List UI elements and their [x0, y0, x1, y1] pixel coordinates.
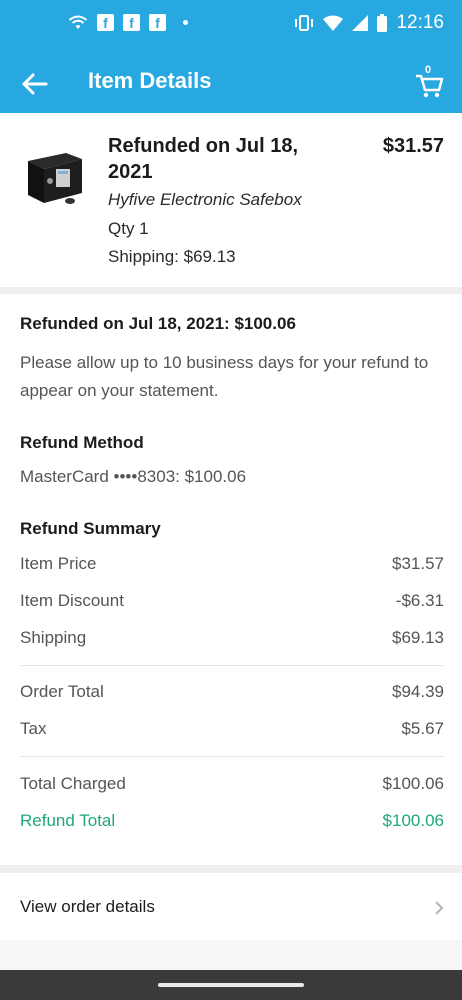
wifi-signal-icon	[323, 15, 344, 31]
summary-row-total-charged: Total Charged $100.06	[20, 774, 444, 798]
bottom-spacer	[0, 940, 462, 970]
dot-icon	[183, 20, 188, 25]
page-title: Item Details	[88, 68, 212, 93]
battery-icon	[377, 14, 388, 32]
view-order-details-label: View order details	[20, 897, 155, 916]
summary-value: $69.13	[392, 628, 444, 647]
summary-row-order-total: Order Total $94.39	[20, 682, 444, 706]
cart-count-badge: 0	[425, 64, 432, 76]
system-navigation-bar	[0, 970, 462, 1000]
summary-row-item-price: Item Price $31.57	[20, 554, 444, 578]
summary-value: $5.67	[401, 719, 444, 738]
summary-label: Total Charged	[20, 774, 126, 793]
item-shipping: Shipping: $69.13	[108, 247, 236, 266]
notification-icons: f f f	[68, 14, 188, 31]
home-gesture-handle[interactable]	[158, 983, 304, 987]
summary-value: $100.06	[382, 811, 444, 830]
wifi-icon	[68, 15, 88, 29]
summary-label: Order Total	[20, 682, 104, 701]
item-price: $31.57	[382, 135, 444, 157]
clock: 12:16	[396, 12, 444, 33]
summary-row-tax: Tax $5.67	[20, 719, 444, 743]
facebook-icon: f	[149, 14, 166, 31]
item-refund-status: Refunded on Jul 18, 2021	[108, 135, 299, 183]
app-bar: Item Details 0	[0, 54, 462, 113]
summary-value: $31.57	[392, 554, 444, 573]
summary-label: Refund Total	[20, 811, 116, 830]
summary-divider	[20, 756, 444, 757]
refund-headline: Refunded on Jul 18, 2021: $100.06	[20, 314, 296, 333]
summary-label: Shipping	[20, 628, 87, 647]
section-divider	[0, 287, 462, 294]
summary-row-shipping: Shipping $69.13	[20, 628, 444, 652]
item-name: Hyfive Electronic Safebox	[108, 190, 302, 209]
summary-row-refund-total: Refund Total $100.06	[20, 811, 444, 835]
cell-signal-icon	[352, 15, 369, 31]
summary-label: Item Discount	[20, 591, 124, 610]
chevron-right-icon	[435, 901, 444, 915]
section-divider	[0, 865, 462, 873]
cart-button[interactable]: 0	[414, 64, 444, 98]
summary-value: $94.39	[392, 682, 444, 701]
status-bar: f f f 12:16	[0, 0, 462, 54]
facebook-icon: f	[97, 14, 114, 31]
refund-method-value: MasterCard ••••8303: $100.06	[20, 467, 247, 486]
view-order-details-row[interactable]: View order details	[0, 880, 462, 940]
item-quantity: Qty 1	[108, 219, 149, 238]
refund-summary-heading: Refund Summary	[20, 519, 161, 538]
summary-row-item-discount: Item Discount -$6.31	[20, 591, 444, 615]
summary-value: $100.06	[382, 774, 444, 793]
summary-value: -$6.31	[395, 591, 444, 610]
system-status-icons: 12:16	[294, 12, 444, 34]
facebook-icon: f	[123, 14, 140, 31]
refund-note: Please allow up to 10 business days for …	[20, 353, 429, 400]
summary-label: Item Price	[20, 554, 97, 573]
summary-divider	[20, 665, 444, 666]
refund-method-heading: Refund Method	[20, 433, 144, 452]
summary-label: Tax	[20, 719, 47, 738]
product-thumbnail	[28, 153, 82, 204]
back-arrow-icon[interactable]	[20, 69, 50, 99]
vibrate-icon	[295, 15, 314, 31]
